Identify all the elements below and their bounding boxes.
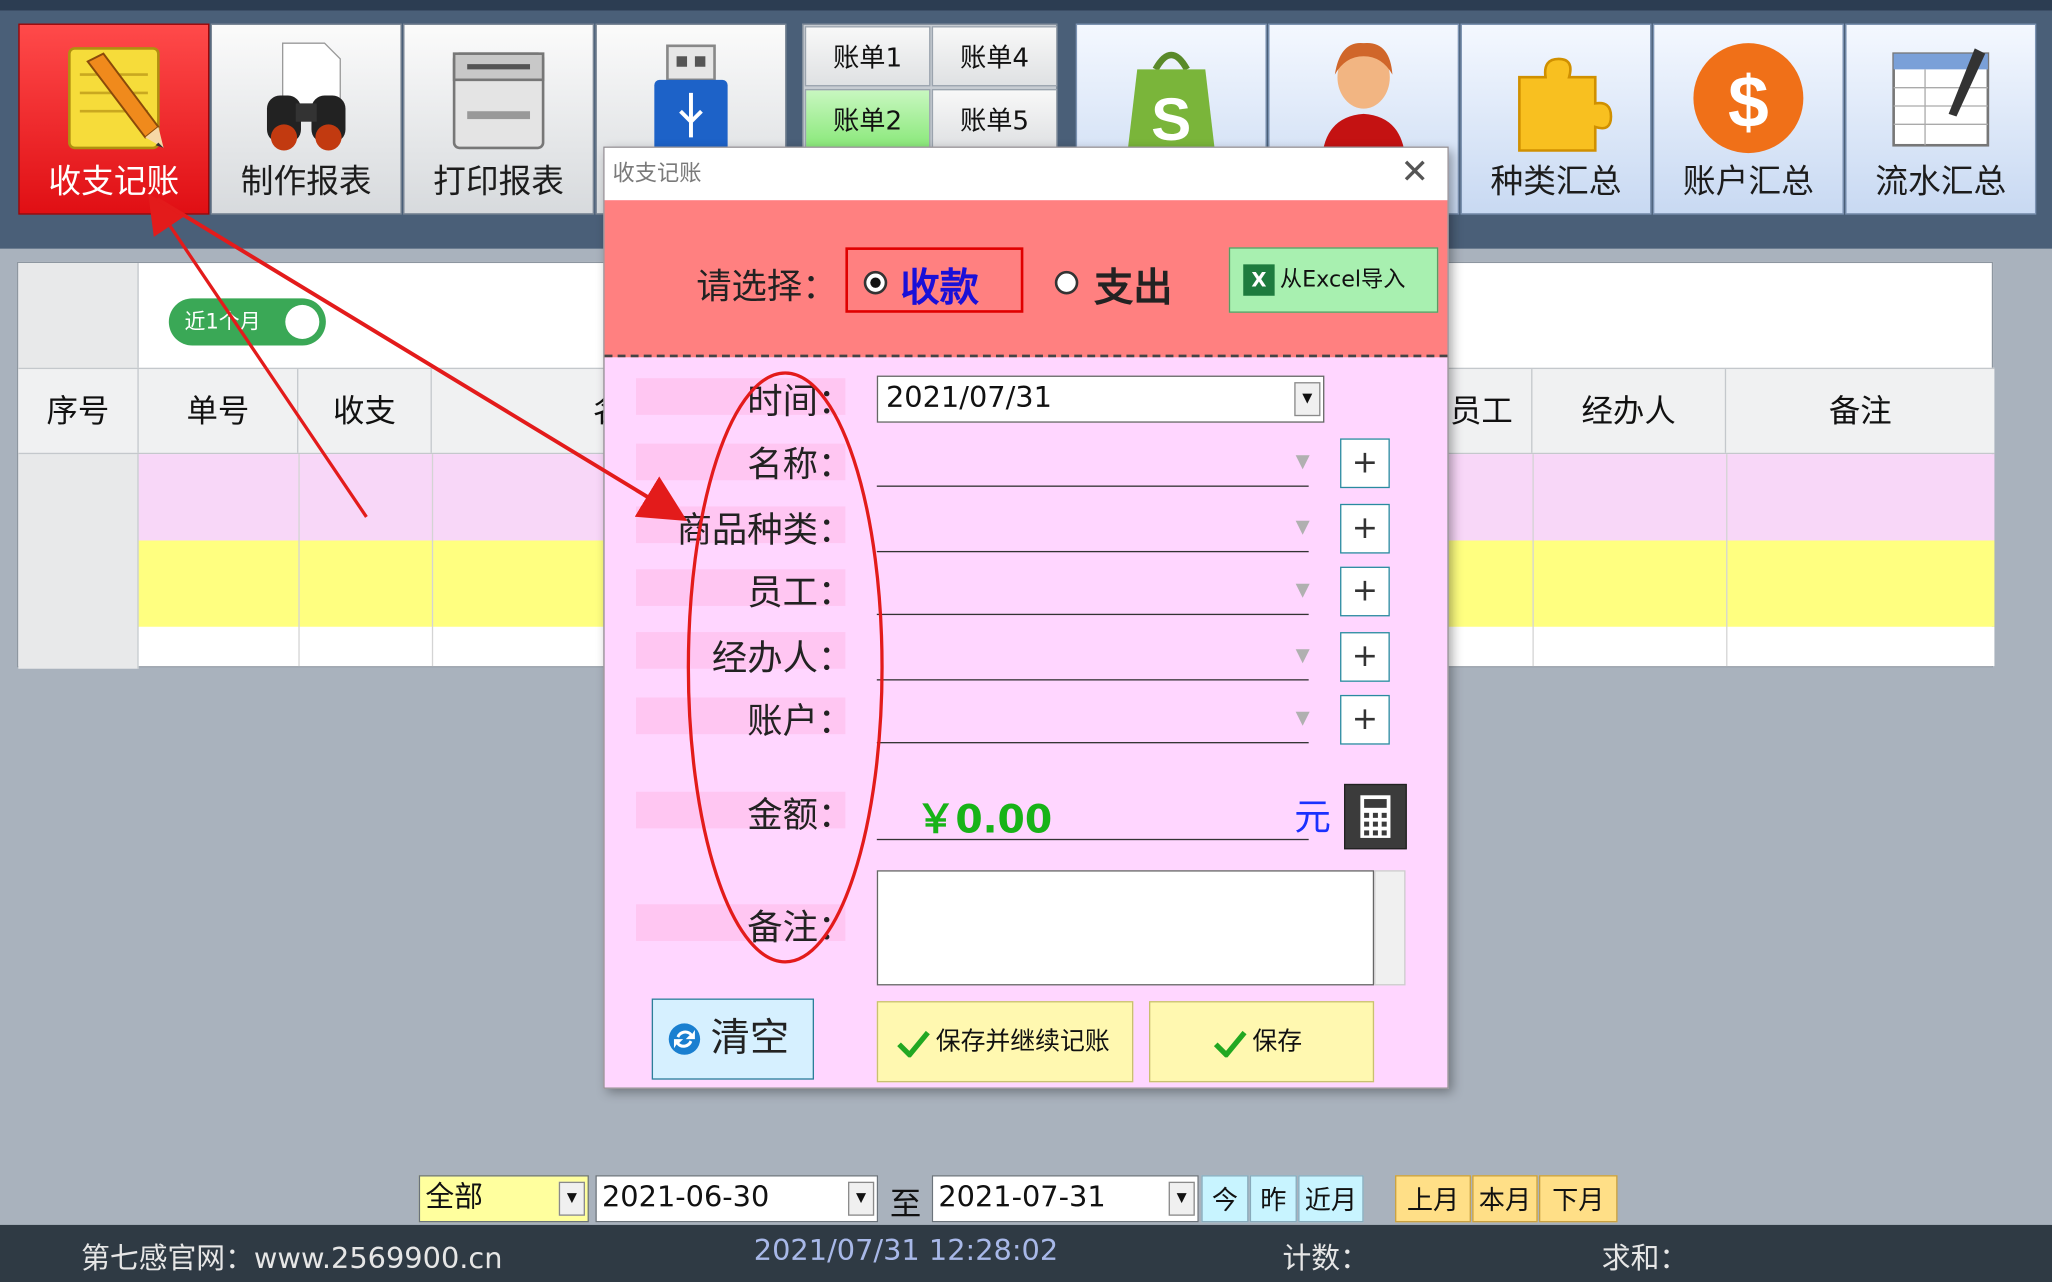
chevron-down-icon[interactable]: ▼ bbox=[1168, 1181, 1195, 1216]
to-date-value: 2021-07-31 bbox=[938, 1181, 1106, 1215]
to-label: 至 bbox=[889, 1185, 922, 1223]
type-filter-value: 全部 bbox=[425, 1181, 483, 1215]
chevron-down-icon[interactable]: ▼ bbox=[848, 1181, 875, 1216]
sum-label: 求和： bbox=[1601, 1243, 1689, 1276]
type-filter-select[interactable]: 全部 ▼ bbox=[418, 1175, 589, 1223]
to-date-select[interactable]: 2021-07-31 ▼ bbox=[931, 1175, 1199, 1223]
recent-month-button[interactable]: 近月 bbox=[1298, 1175, 1364, 1223]
from-date-select[interactable]: 2021-06-30 ▼ bbox=[595, 1175, 879, 1223]
app-window: 收支记账 制作报表 打印报表 账单1 账单4 账单2 账单5 S 种类汇总 $ … bbox=[0, 0, 2052, 1282]
from-date-value: 2021-06-30 bbox=[601, 1181, 770, 1215]
next-month-button[interactable]: 下月 bbox=[1538, 1175, 1618, 1223]
today-button[interactable]: 今 bbox=[1201, 1175, 1249, 1223]
yesterday-button[interactable]: 昨 bbox=[1249, 1175, 1297, 1223]
website-link[interactable]: 第七感官网：www.2569900.cn bbox=[81, 1235, 502, 1277]
last-month-button[interactable]: 上月 bbox=[1395, 1175, 1471, 1223]
chevron-down-icon[interactable]: ▼ bbox=[558, 1181, 585, 1216]
count-label: 计数： bbox=[1282, 1243, 1369, 1276]
current-datetime: 2021/07/31 12:28:02 bbox=[753, 1235, 1059, 1269]
status-bar: 第七感官网：www.2569900.cn 2021/07/31 12:28:02… bbox=[0, 1224, 2052, 1282]
annotation-overlay bbox=[148, 193, 884, 964]
this-month-button[interactable]: 本月 bbox=[1472, 1175, 1538, 1223]
